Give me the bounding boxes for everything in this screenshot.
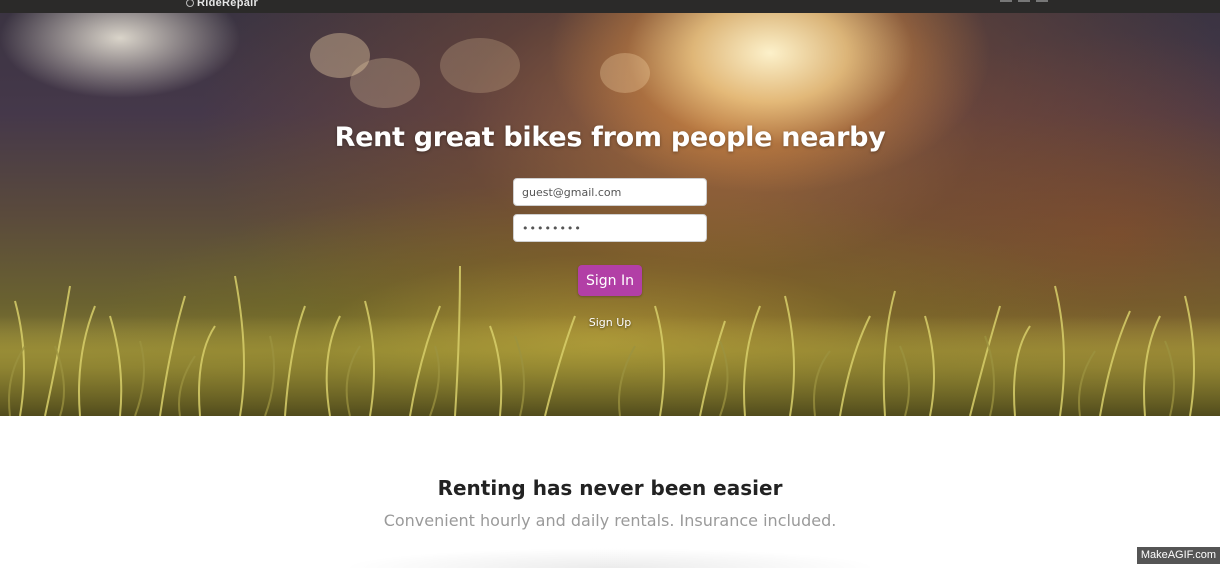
sign-up-link[interactable]: Sign Up (0, 316, 1220, 329)
bokeh-light (350, 58, 420, 108)
nav-link[interactable] (1000, 0, 1012, 2)
section-subtitle: Convenient hourly and daily rentals. Ins… (0, 511, 1220, 530)
password-field[interactable] (513, 214, 707, 242)
bokeh-light (600, 53, 650, 93)
bokeh-light (440, 38, 520, 93)
section-title: Renting has never been easier (0, 476, 1220, 500)
hero-title: Rent great bikes from people nearby (0, 122, 1220, 153)
logo[interactable]: RideRepair (186, 0, 258, 9)
nav-links (1000, 0, 1048, 6)
card-shadow (340, 548, 880, 568)
bike-logo-icon (186, 0, 194, 7)
sign-in-button[interactable]: Sign In (578, 265, 642, 296)
nav-link[interactable] (1018, 0, 1030, 2)
email-field[interactable] (513, 178, 707, 206)
nav-link[interactable] (1036, 0, 1048, 2)
logo-text: RideRepair (197, 0, 258, 9)
navbar: RideRepair (0, 0, 1220, 13)
watermark: MakeAGIF.com (1137, 547, 1220, 564)
